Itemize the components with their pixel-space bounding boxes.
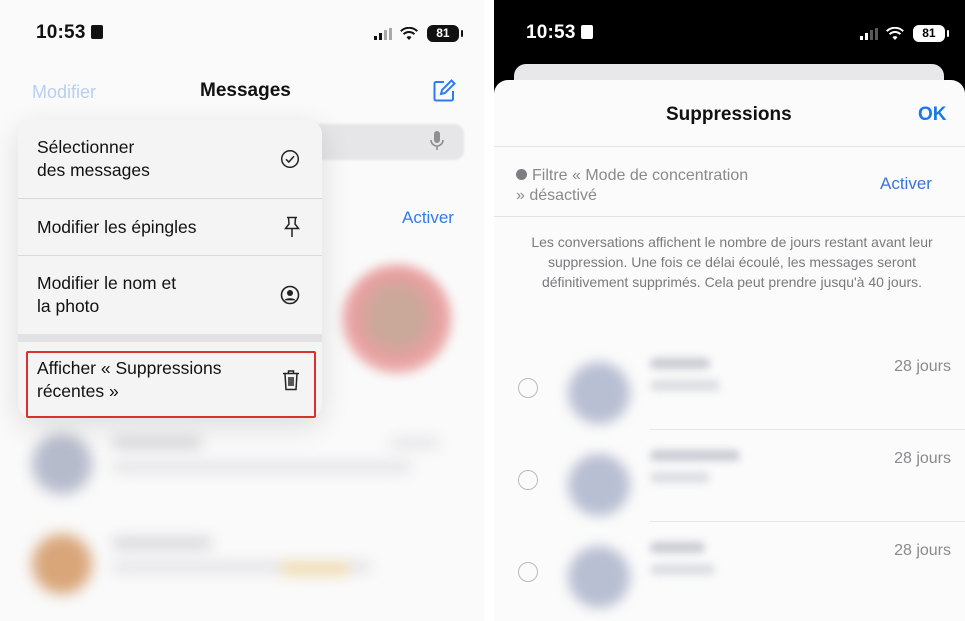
status-time: 10:53 (526, 22, 593, 44)
compose-icon[interactable] (432, 79, 456, 108)
wifi-icon (400, 26, 419, 40)
edit-button[interactable]: Modifier (32, 82, 96, 103)
status-icons: 81 (374, 25, 463, 43)
days-remaining: 28 jours (894, 358, 951, 375)
status-icons: 81 (860, 25, 949, 43)
microphone-icon[interactable] (430, 131, 444, 156)
battery-icon: 81 (426, 25, 463, 43)
menu-item-edit-pins[interactable]: Modifier les épingles (18, 198, 322, 255)
page-title: Messages (200, 80, 291, 101)
menu-separator (18, 334, 322, 342)
list-item (0, 518, 484, 608)
menu-item-label: Modifier les épingles (37, 216, 197, 237)
menu-item-label: Sélectionner des messages (37, 137, 150, 180)
status-time-text: 10:53 (36, 22, 86, 43)
avatar (342, 264, 452, 374)
focus-filter-status: Filtre « Mode de concentration » désacti… (516, 166, 756, 206)
avatar (568, 546, 630, 608)
avatar (32, 534, 92, 594)
menu-item-edit-name-photo[interactable]: Modifier le nom et la photo (18, 255, 322, 334)
battery-icon: 81 (912, 25, 949, 43)
days-remaining: 28 jours (894, 450, 951, 467)
pin-icon (284, 216, 300, 237)
table-row[interactable]: 28 jours (494, 338, 965, 430)
select-radio[interactable] (518, 562, 538, 582)
menu-item-label: Modifier le nom et la photo (37, 273, 177, 316)
avatar (568, 454, 630, 516)
avatar (32, 434, 92, 494)
table-row[interactable]: 28 jours (494, 430, 965, 522)
status-bar: 10:53 81 (0, 0, 484, 56)
divider (494, 216, 965, 217)
person-circle-icon (280, 285, 300, 305)
status-bar: 10:53 81 (494, 0, 965, 56)
checkmark-circle-icon (280, 149, 300, 169)
recently-deleted-screen: 10:53 81 Suppressions OK Filtre « Mode d… (494, 0, 965, 621)
sheet-title: Suppressions (666, 104, 792, 125)
ok-button[interactable]: OK (918, 104, 947, 126)
sim-icon (90, 25, 103, 39)
activate-filter-link[interactable]: Activer (402, 208, 454, 228)
recently-deleted-sheet: Suppressions OK Filtre « Mode de concent… (494, 80, 965, 621)
messages-screen: 10:53 81 Modifier Messages Activer Sélec… (0, 0, 484, 621)
deletion-info-text: Les conversations affichent le nombre de… (531, 234, 933, 290)
table-row[interactable]: 28 jours (494, 522, 965, 614)
list-item (0, 418, 484, 508)
days-remaining: 28 jours (894, 542, 951, 559)
divider (494, 146, 965, 147)
select-radio[interactable] (518, 470, 538, 490)
focus-moon-icon (516, 169, 527, 180)
menu-item-select-messages[interactable]: Sélectionner des messages (18, 120, 322, 198)
wifi-icon (886, 26, 905, 40)
status-time: 10:53 (36, 22, 103, 44)
avatar (568, 362, 630, 424)
sim-icon (580, 25, 593, 39)
select-radio[interactable] (518, 378, 538, 398)
signal-icon (374, 27, 392, 40)
focus-filter-text: Filtre « Mode de concentration » désacti… (516, 167, 749, 204)
signal-icon (860, 27, 878, 40)
status-time-text: 10:53 (526, 22, 576, 43)
activate-filter-button[interactable]: Activer (880, 174, 932, 194)
highlight-box (26, 351, 316, 418)
